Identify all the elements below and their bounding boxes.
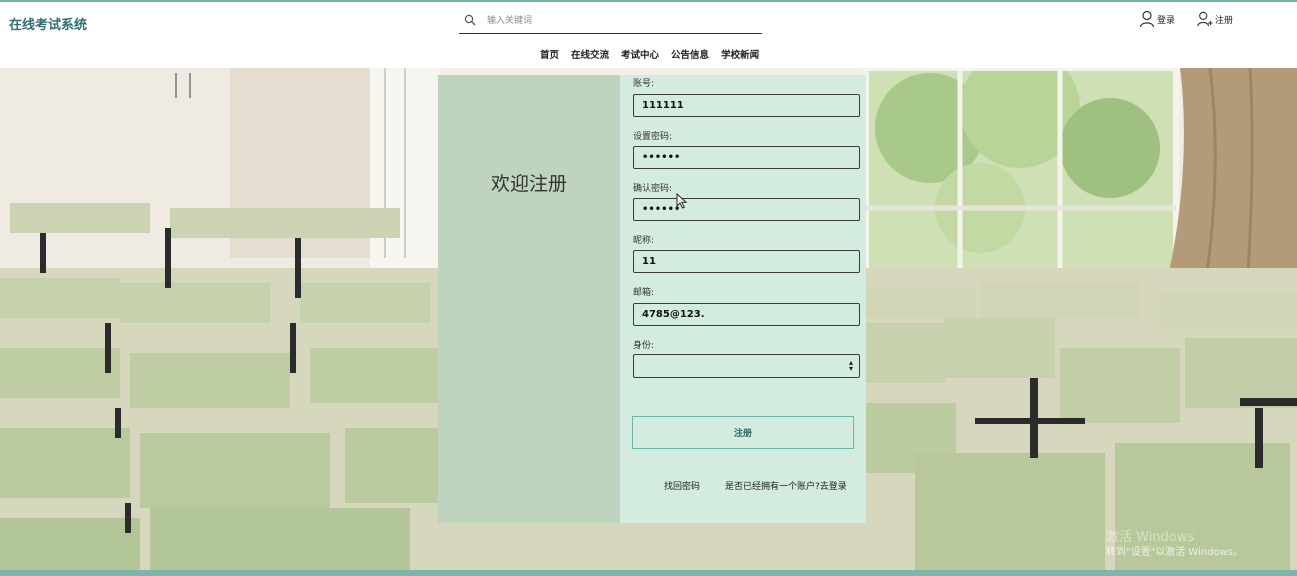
confirm-password-field[interactable] <box>633 198 860 221</box>
main-nav: 首页 在线交流 考试中心 公告信息 学校新闻 <box>540 47 759 61</box>
add-user-icon <box>1197 11 1213 27</box>
go-to-login-link[interactable]: 是否已经拥有一个账户?去登录 <box>725 479 847 492</box>
nav-home[interactable]: 首页 <box>540 47 559 61</box>
account-field[interactable] <box>633 94 860 117</box>
nickname-label: 昵称: <box>633 236 655 246</box>
app-title[interactable]: 在线考试系统 <box>9 14 87 33</box>
search-bar <box>459 10 762 34</box>
register-form: 账号: 设置密码: 确认密码: 昵称: 邮箱: 身份: ▴▾ 注册 找回密码 是… <box>620 75 866 523</box>
login-button[interactable]: 登录 <box>1139 10 1175 28</box>
login-label: 登录 <box>1157 15 1176 26</box>
search-input[interactable] <box>487 13 747 29</box>
header: 在线考试系统 登录 注册 首页 在线交流 考试中心 公告信息 学校新闻 <box>0 2 1297 68</box>
nav-school-news[interactable]: 学校新闻 <box>721 47 759 61</box>
confirm-password-label: 确认密码: <box>633 184 673 194</box>
password-field[interactable] <box>633 146 860 169</box>
forgot-password-link[interactable]: 找回密码 <box>664 479 700 492</box>
role-label: 身份: <box>633 341 655 351</box>
register-submit-button[interactable]: 注册 <box>632 416 854 449</box>
nav-forum[interactable]: 在线交流 <box>571 47 609 61</box>
email-field[interactable] <box>633 303 860 326</box>
role-select[interactable]: ▴ ▾ <box>633 354 860 378</box>
register-label: 注册 <box>1215 15 1234 26</box>
windows-watermark-text: 转到"设置"以激活 Windows。 <box>1106 547 1244 558</box>
search-icon[interactable] <box>464 14 476 26</box>
welcome-heading: 欢迎注册 <box>490 173 567 195</box>
account-label: 账号: <box>633 79 655 89</box>
register-card-side-panel: 欢迎注册 <box>438 75 620 523</box>
nav-exam-center[interactable]: 考试中心 <box>621 47 659 61</box>
register-link[interactable]: 注册 <box>1197 10 1233 28</box>
select-arrows-icon: ▴ ▾ <box>848 358 853 373</box>
password-label: 设置密码: <box>633 132 673 142</box>
nickname-field[interactable] <box>633 250 860 273</box>
bottom-accent-bar <box>0 570 1297 576</box>
user-icon <box>1139 10 1155 28</box>
email-label: 邮箱: <box>633 288 655 298</box>
nav-announcements[interactable]: 公告信息 <box>671 47 709 61</box>
mouse-cursor-icon <box>676 193 688 209</box>
